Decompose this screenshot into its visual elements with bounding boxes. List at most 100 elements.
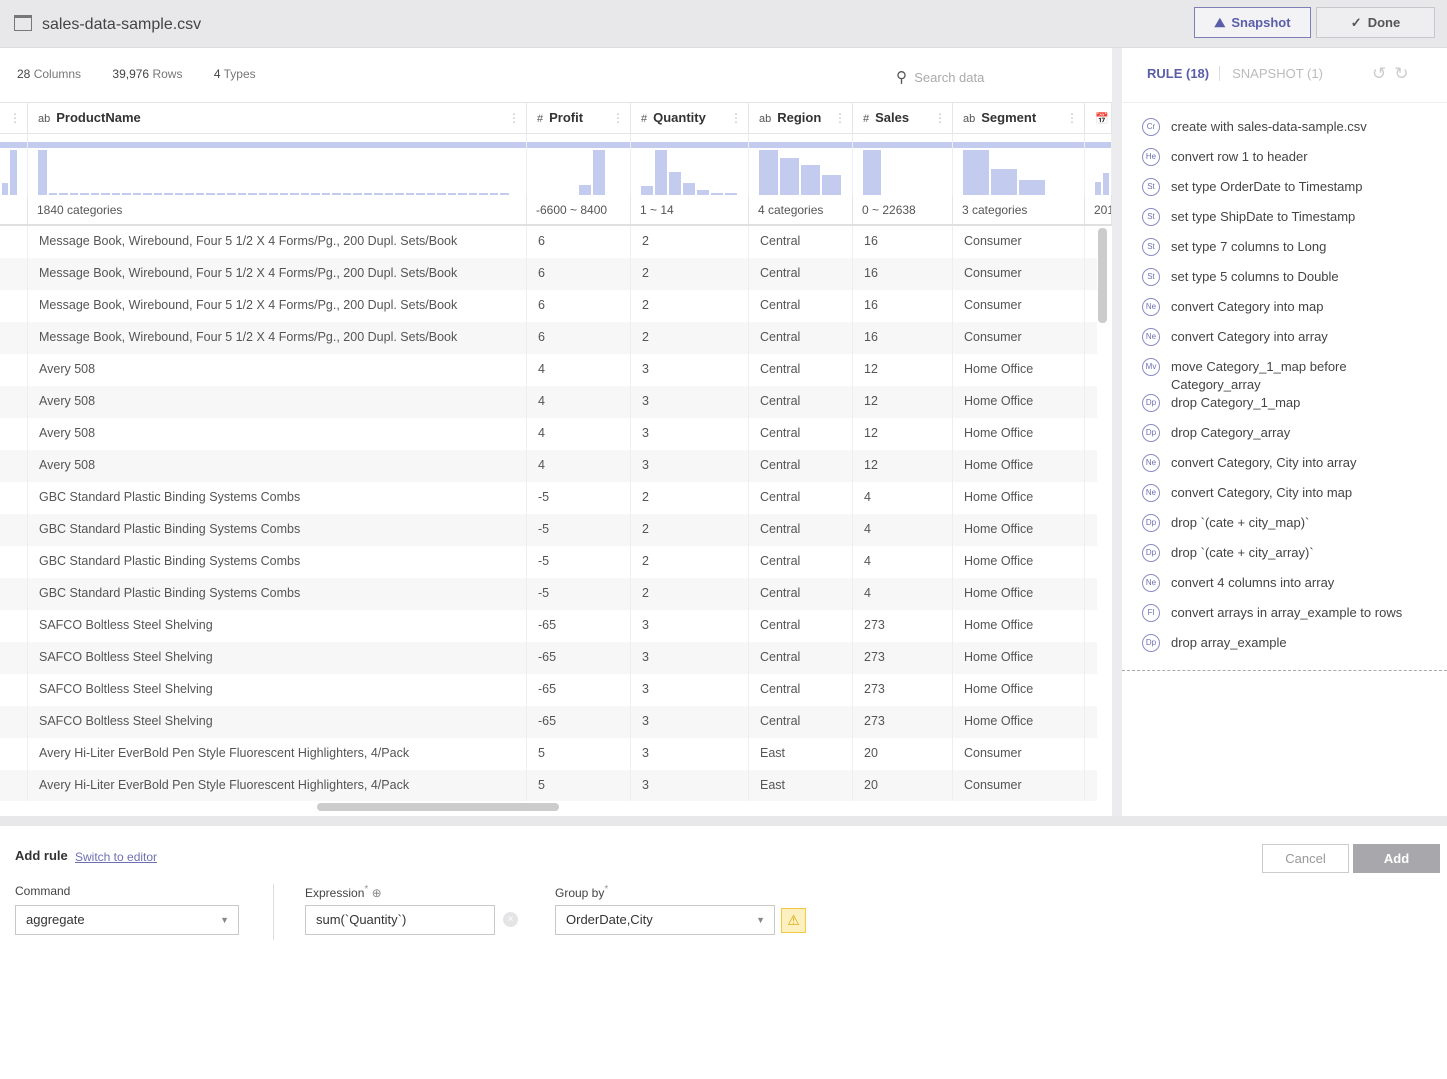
histogram-bar[interactable]: [822, 174, 841, 195]
table-row[interactable]: Avery 508 4 3 Central 12 Home Office: [0, 418, 1097, 450]
histogram: [953, 134, 1085, 195]
table-row[interactable]: Avery Hi-Liter EverBold Pen Style Fluore…: [0, 770, 1097, 801]
snapshot-icon: ⛰: [1214, 14, 1226, 30]
histogram-bar[interactable]: [991, 169, 1017, 195]
column-menu-icon[interactable]: ⋮: [508, 111, 520, 125]
expression-input[interactable]: sum(`Quantity`): [305, 905, 495, 935]
rule-item[interactable]: Dp drop Category_1_map: [1122, 394, 1447, 424]
rule-type-badge: Ne: [1142, 574, 1160, 592]
table-row[interactable]: Avery 508 4 3 Central 12 Home Office: [0, 386, 1097, 418]
histogram-bar[interactable]: [579, 185, 591, 195]
rule-type-badge: St: [1142, 208, 1160, 226]
type-count: 4: [213, 67, 221, 81]
table-row[interactable]: SAFCO Boltless Steel Shelving -65 3 Central…: [0, 610, 1097, 642]
summary-row: 1840 categories -6600 ~ 8400 1 ~ 14 4 categ…: [0, 195, 1112, 226]
histogram-bar[interactable]: [593, 150, 605, 195]
rule-item[interactable]: He convert row 1 to header: [1122, 148, 1447, 178]
histogram-bar[interactable]: [863, 150, 881, 195]
column-header-date[interactable]: 📅: [1085, 103, 1112, 133]
column-menu-icon[interactable]: ⋮: [834, 111, 846, 125]
table-row[interactable]: SAFCO Boltless Steel Shelving -65 3 Central…: [0, 706, 1097, 738]
histogram-bar[interactable]: [759, 150, 778, 195]
vertical-scrollbar[interactable]: [1098, 228, 1107, 323]
column-menu-icon[interactable]: ⋮: [1066, 111, 1078, 125]
table-row[interactable]: GBC Standard Plastic Binding Systems Com…: [0, 482, 1097, 514]
snapshot-label: Snapshot: [1231, 15, 1291, 30]
histogram-bar[interactable]: [780, 157, 799, 195]
horizontal-scrollbar[interactable]: [317, 803, 559, 811]
table-row[interactable]: Message Book, Wirebound, Four 5 1/2 X 4 …: [0, 226, 1097, 258]
table-row[interactable]: Message Book, Wirebound, Four 5 1/2 X 4 …: [0, 290, 1097, 322]
rule-item[interactable]: Ne convert 4 columns into array: [1122, 574, 1447, 604]
clear-icon[interactable]: ×: [503, 912, 518, 927]
column-header-quantity[interactable]: # Quantity ⋮: [631, 103, 749, 133]
column-header-productname[interactable]: ab ProductName ⋮: [28, 103, 527, 133]
table-row[interactable]: GBC Standard Plastic Binding Systems Com…: [0, 578, 1097, 610]
search-input[interactable]: ⚲ Search data: [896, 68, 984, 86]
column-menu-icon[interactable]: ⋮: [730, 111, 742, 125]
histogram-bar[interactable]: [641, 186, 653, 195]
column-header-segment[interactable]: ab Segment ⋮: [953, 103, 1085, 133]
dataset-icon: [14, 15, 32, 31]
histogram-bar[interactable]: [683, 183, 695, 195]
warning-icon[interactable]: ⚠: [781, 908, 806, 933]
rule-item[interactable]: Dp drop Category_array: [1122, 424, 1447, 454]
snapshot-button[interactable]: ⛰ Snapshot: [1194, 7, 1311, 38]
table-row[interactable]: GBC Standard Plastic Binding Systems Com…: [0, 514, 1097, 546]
rule-item[interactable]: Ne convert Category into array: [1122, 328, 1447, 358]
column-menu-icon[interactable]: ⋮: [934, 111, 946, 125]
rule-type-badge: St: [1142, 178, 1160, 196]
histogram-bar[interactable]: [669, 171, 681, 195]
column-menu-icon[interactable]: ⋮: [612, 111, 624, 125]
rule-item[interactable]: St set type OrderDate to Timestamp: [1122, 178, 1447, 208]
rule-item[interactable]: St set type 5 columns to Double: [1122, 268, 1447, 298]
rule-item[interactable]: Mv move Category_1_map before Category_ar…: [1122, 358, 1447, 394]
table-row[interactable]: Message Book, Wirebound, Four 5 1/2 X 4 …: [0, 258, 1097, 290]
column-summary: -6600 ~ 8400: [527, 195, 631, 224]
done-button[interactable]: ✓ Done: [1316, 7, 1435, 38]
table-row[interactable]: GBC Standard Plastic Binding Systems Com…: [0, 546, 1097, 578]
rule-item[interactable]: Dp drop array_example: [1122, 634, 1447, 664]
column-menu-icon[interactable]: ⋮: [9, 111, 21, 125]
column-name: ProductName: [56, 110, 141, 125]
rule-item[interactable]: St set type ShipDate to Timestamp: [1122, 208, 1447, 238]
cancel-button[interactable]: Cancel: [1262, 844, 1349, 873]
table-row[interactable]: Avery Hi-Liter EverBold Pen Style Fluore…: [0, 738, 1097, 770]
rule-item[interactable]: Fl convert arrays in array_example to row…: [1122, 604, 1447, 634]
table-row[interactable]: SAFCO Boltless Steel Shelving -65 3 Central…: [0, 642, 1097, 674]
groupby-select[interactable]: OrderDate,City ▼: [555, 905, 775, 935]
rule-item[interactable]: Cr create with sales-data-sample.csv: [1122, 118, 1447, 148]
command-select[interactable]: aggregate ▼: [15, 905, 239, 935]
histogram-bar[interactable]: [1019, 180, 1045, 195]
rule-item[interactable]: Dp drop `(cate + city_map)`: [1122, 514, 1447, 544]
rule-item[interactable]: Ne convert Category into map: [1122, 298, 1447, 328]
row-stub: [0, 226, 28, 258]
table-row[interactable]: SAFCO Boltless Steel Shelving -65 3 Central…: [0, 674, 1097, 706]
rule-item[interactable]: Dp drop `(cate + city_array)`: [1122, 544, 1447, 574]
redo-icon[interactable]: ↻: [1394, 64, 1416, 83]
undo-icon[interactable]: ↺: [1372, 64, 1394, 83]
column-header-sales[interactable]: # Sales ⋮: [853, 103, 953, 133]
column-header-profit[interactable]: # Profit ⋮: [527, 103, 631, 133]
column-header-region[interactable]: ab Region ⋮: [749, 103, 853, 133]
histogram-bar[interactable]: [38, 150, 47, 195]
histogram-bar[interactable]: [1095, 181, 1101, 195]
table-row[interactable]: Avery 508 4 3 Central 12 Home Office: [0, 450, 1097, 482]
rule-item[interactable]: St set type 7 columns to Long: [1122, 238, 1447, 268]
histogram-bar[interactable]: [1103, 172, 1109, 195]
table-row[interactable]: Avery 508 4 3 Central 12 Home Office: [0, 354, 1097, 386]
tab-rule[interactable]: RULE (18): [1147, 66, 1209, 81]
histogram-bar[interactable]: [801, 164, 820, 195]
tab-snapshot[interactable]: SNAPSHOT (1): [1219, 66, 1323, 81]
cell-profit: -5: [527, 514, 631, 546]
cell-date: [1085, 610, 1097, 642]
table-row[interactable]: Message Book, Wirebound, Four 5 1/2 X 4 …: [0, 322, 1097, 354]
rule-item[interactable]: Ne convert Category, City into map: [1122, 484, 1447, 514]
rule-item[interactable]: Ne convert Category, City into array: [1122, 454, 1447, 484]
add-expression-icon[interactable]: ⊕: [372, 886, 382, 900]
switch-to-editor-link[interactable]: Switch to editor: [75, 850, 157, 864]
histogram-bar[interactable]: [963, 150, 989, 195]
panel-resize-handle[interactable]: [1112, 48, 1122, 816]
add-button[interactable]: Add: [1353, 844, 1440, 873]
histogram-bar[interactable]: [655, 150, 667, 195]
